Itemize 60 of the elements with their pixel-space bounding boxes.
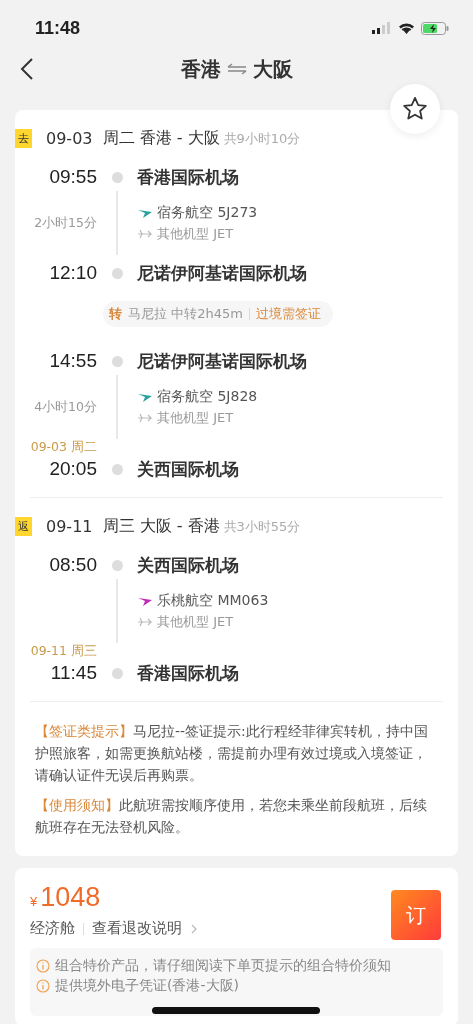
round-trip-icon <box>226 63 247 75</box>
visa-note: 过境需签证 <box>255 305 321 323</box>
trip-route: 周三 大阪 - 香港 <box>102 516 220 537</box>
plane-icon <box>137 411 153 424</box>
notice-text: 【使用须知】此航班需按顺序使用，若您未乘坐前段航班，后续航班存在无法登机风险。 <box>35 796 428 837</box>
trip-badge: 去 <box>15 129 32 148</box>
airport-name: 香港国际机场 <box>137 662 240 685</box>
stop-time: 12:10 <box>49 261 97 285</box>
flight-duration: 4小时10分 <box>34 398 97 416</box>
arrival-date: 09-03 周二 <box>30 439 97 455</box>
airport-name: 关西国际机场 <box>137 554 240 577</box>
favorite-button[interactable] <box>390 84 440 134</box>
tip-text: 提供境外电子凭证(香港-大阪) <box>55 977 239 995</box>
info-icon <box>36 979 50 993</box>
aircraft-type: 其他机型 JET <box>157 224 234 243</box>
arrival-date: 09-11 周三 <box>30 643 97 659</box>
trip-date: 09-11 <box>46 517 93 536</box>
battery-icon <box>421 21 449 35</box>
airline-flight: 宿务航空 5J273 <box>157 203 258 222</box>
airline-flight: 宿务航空 5J828 <box>157 387 258 406</box>
airport-name: 尼诺伊阿基诺国际机场 <box>137 262 308 285</box>
airline-flight: 乐桃航空 MM063 <box>157 591 269 610</box>
timeline-dot <box>111 668 123 679</box>
timeline-dot <box>111 268 123 279</box>
plane-icon <box>137 615 153 628</box>
transfer-label: 转 <box>109 305 122 323</box>
airport-name: 尼诺伊阿基诺国际机场 <box>137 350 308 373</box>
status-time: 11:48 <box>35 17 81 39</box>
trip-duration: 共3小时55分 <box>223 517 301 536</box>
trip-date: 09-03 <box>46 129 93 148</box>
tip-text: 组合特价产品，请仔细阅读下单页提示的组合特价须知 <box>55 957 391 975</box>
aircraft-type: 其他机型 JET <box>157 612 234 631</box>
trip-route: 周二 香港 - 大阪 <box>102 128 220 149</box>
info-icon <box>36 959 50 973</box>
stop-time: 14:55 <box>49 349 97 373</box>
timeline-dot <box>111 172 123 183</box>
stop-time: 20:05 <box>49 457 97 481</box>
timeline-dot <box>111 356 123 367</box>
price: ¥1048 <box>30 882 102 913</box>
notice-text: 【签证类提示】马尼拉--签证提示:此行程经菲律宾转机，持中国护照旅客，如需更换航站楼，需提前办理有效过境或入境签证，请确认证件无误后再购票。 <box>35 722 429 785</box>
stop-time: 11:45 <box>50 661 97 685</box>
nav-title-origin: 香港 <box>180 55 221 83</box>
flight-duration: 2小时15分 <box>34 214 97 232</box>
airport-name: 香港国际机场 <box>137 166 240 189</box>
trip-duration: 共9小时10分 <box>223 129 301 148</box>
refund-rules-link[interactable]: 查看退改说明 <box>92 919 182 938</box>
aircraft-type: 其他机型 JET <box>157 408 234 427</box>
airport-name: 关西国际机场 <box>137 458 240 481</box>
stop-time: 09:55 <box>49 165 97 189</box>
wifi-icon <box>398 22 415 34</box>
timeline-dot <box>111 560 123 571</box>
transfer-text: 马尼拉 中转2h45m <box>128 305 243 323</box>
plane-icon <box>137 227 153 240</box>
cabin-class: 经济舱 <box>30 919 75 938</box>
timeline-dot <box>111 464 123 475</box>
trip-badge: 返 <box>15 517 32 536</box>
stop-time: 08:50 <box>49 553 97 577</box>
back-icon[interactable] <box>20 57 34 81</box>
nav-title-destination: 大阪 <box>252 55 293 83</box>
signal-icon <box>372 22 392 34</box>
